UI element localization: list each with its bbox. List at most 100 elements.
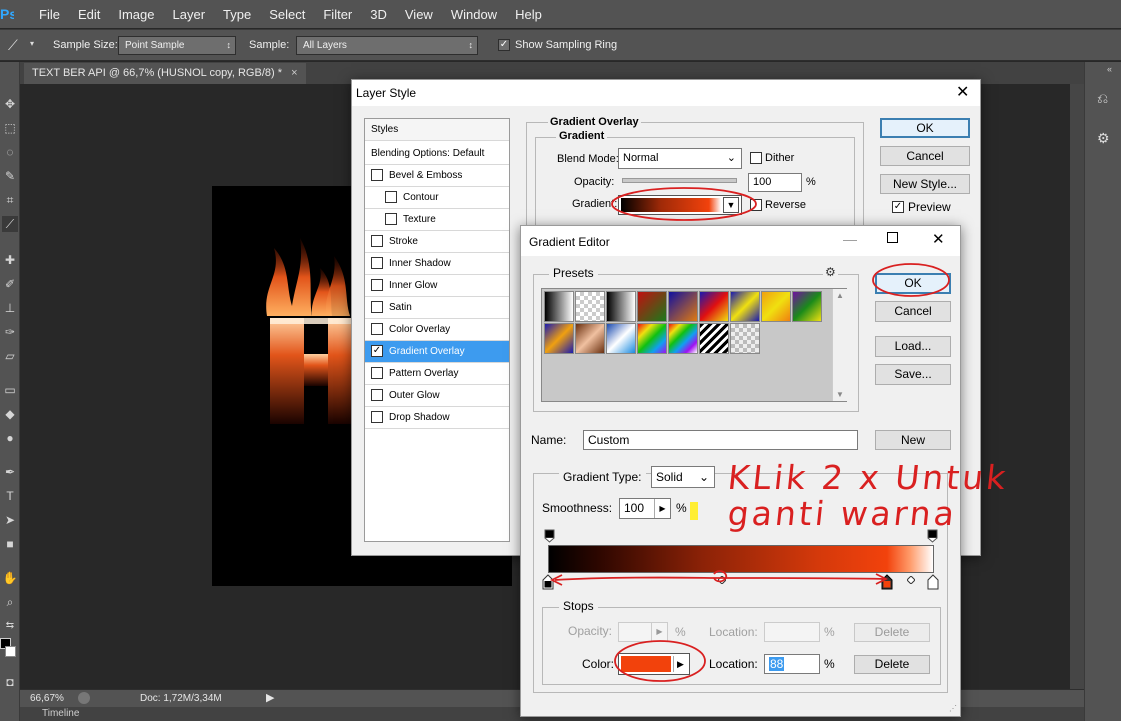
new-gradient-button[interactable]: New — [875, 430, 951, 450]
style-item-pattern-overlay[interactable]: Pattern Overlay — [365, 363, 509, 385]
style-item-bevel-emboss[interactable]: Bevel & Emboss — [365, 165, 509, 187]
gradient-type-select[interactable]: Solid ⌄ — [651, 466, 715, 488]
move-tool-icon[interactable]: ✥ — [2, 96, 18, 112]
maximize-icon[interactable] — [887, 232, 898, 243]
style-item-texture[interactable]: Texture — [365, 209, 509, 231]
preset-swatch[interactable] — [575, 323, 605, 354]
brush-tool-icon[interactable]: ✐ — [2, 276, 18, 292]
eyedropper-tool-icon[interactable]: ⟋ — [2, 216, 18, 232]
reverse-checkbox[interactable] — [750, 199, 762, 211]
layer-style-ok-button[interactable]: OK — [880, 118, 970, 138]
preset-swatch[interactable] — [699, 291, 729, 322]
stamp-tool-icon[interactable]: ⊥ — [2, 300, 18, 316]
eraser-tool-icon[interactable]: ▱ — [2, 348, 18, 364]
style-checkbox[interactable] — [371, 367, 383, 380]
marquee-tool-icon[interactable]: ⬚ — [2, 120, 18, 136]
style-checkbox[interactable]: ✓ — [371, 345, 383, 358]
preview-checkbox[interactable]: ✓ — [892, 201, 904, 213]
menu-edit[interactable]: Edit — [69, 7, 109, 22]
stop-color-picker[interactable]: ▶ — [618, 653, 690, 675]
blend-mode-select[interactable]: Normal ⌄ — [618, 148, 742, 169]
style-item-satin[interactable]: Satin — [365, 297, 509, 319]
menu-window[interactable]: Window — [442, 7, 506, 22]
blur-tool-icon[interactable]: ◆ — [2, 406, 18, 422]
healing-tool-icon[interactable]: ✚ — [2, 252, 18, 268]
new-style-button[interactable]: New Style... — [880, 174, 970, 194]
menu-type[interactable]: Type — [214, 7, 260, 22]
color-stop-white[interactable] — [927, 574, 939, 590]
opacity-stop-left[interactable] — [544, 529, 556, 543]
preset-swatch[interactable] — [730, 323, 760, 354]
menu-filter[interactable]: Filter — [314, 7, 361, 22]
background-color-swatch[interactable] — [5, 646, 16, 657]
gradient-picker[interactable]: ▼ — [618, 195, 742, 215]
preset-swatch[interactable] — [637, 291, 667, 322]
lasso-tool-icon[interactable]: ◌ — [2, 144, 18, 160]
collapse-panels-icon[interactable]: « — [1107, 64, 1112, 74]
minimize-icon[interactable]: — — [843, 231, 857, 247]
menu-image[interactable]: Image — [109, 7, 163, 22]
type-tool-icon[interactable]: T — [2, 488, 18, 504]
pen-tool-icon[interactable]: ✒ — [2, 464, 18, 480]
show-sampling-ring-checkbox[interactable]: ✓ — [498, 39, 510, 51]
tool-preset-chevron-icon[interactable]: ▾ — [30, 39, 34, 48]
crop-tool-icon[interactable]: ⌗ — [2, 192, 18, 208]
status-info-icon[interactable] — [78, 692, 90, 704]
menu-file[interactable]: File — [30, 7, 69, 22]
color-midpoint-2[interactable] — [906, 575, 916, 585]
preset-swatch[interactable] — [606, 291, 636, 322]
gradient-ok-button[interactable]: OK — [875, 273, 951, 294]
dodge-tool-icon[interactable]: ● — [2, 430, 18, 446]
document-tab[interactable]: TEXT BER API @ 66,7% (HUSNOL copy, RGB/8… — [24, 63, 306, 84]
sample-size-select[interactable]: Point Sample — [118, 36, 236, 55]
sample-select[interactable]: All Layers — [296, 36, 478, 55]
color-delete-button[interactable]: Delete — [854, 655, 930, 674]
eyedropper-icon[interactable]: ⟋ — [8, 37, 18, 54]
opacity-input[interactable]: 100 — [748, 173, 802, 192]
menu-view[interactable]: View — [396, 7, 442, 22]
preset-swatch[interactable] — [730, 291, 760, 322]
preset-swatch[interactable] — [637, 323, 667, 354]
color-location-input[interactable]: 88 — [764, 654, 820, 674]
menu-select[interactable]: Select — [260, 7, 314, 22]
load-button[interactable]: Load... — [875, 336, 951, 357]
style-item-gradient-overlay[interactable]: ✓ Gradient Overlay — [365, 341, 509, 363]
zoom-level[interactable]: 66,67% — [30, 693, 64, 704]
style-checkbox[interactable] — [371, 389, 383, 402]
style-item-stroke[interactable]: Stroke — [365, 231, 509, 253]
gradient-preview-bar[interactable] — [548, 545, 934, 573]
style-item-inner-glow[interactable]: Inner Glow — [365, 275, 509, 297]
preset-swatch[interactable] — [668, 291, 698, 322]
style-checkbox[interactable] — [371, 235, 383, 248]
preset-swatch[interactable] — [575, 291, 605, 322]
swap-colors-icon[interactable]: ⇆ — [2, 618, 18, 634]
color-stop-active[interactable] — [881, 574, 893, 590]
style-item-inner-shadow[interactable]: Inner Shadow — [365, 253, 509, 275]
menu-3d[interactable]: 3D — [361, 7, 396, 22]
style-checkbox[interactable] — [371, 279, 383, 292]
gradient-name-input[interactable]: Custom — [583, 430, 858, 450]
style-item-outer-glow[interactable]: Outer Glow — [365, 385, 509, 407]
shape-tool-icon[interactable]: ■ — [2, 536, 18, 552]
preset-swatch[interactable] — [544, 291, 574, 322]
gradient-cancel-button[interactable]: Cancel — [875, 301, 951, 322]
layer-style-cancel-button[interactable]: Cancel — [880, 146, 970, 166]
timeline-label[interactable]: Timeline — [42, 708, 79, 719]
preset-swatch[interactable] — [761, 291, 791, 322]
gear-icon[interactable]: ⚙ — [823, 265, 838, 279]
status-menu-arrow-icon[interactable]: ▶ — [266, 691, 274, 704]
preset-swatch[interactable] — [606, 323, 636, 354]
style-checkbox[interactable] — [371, 169, 383, 182]
resize-grip-icon[interactable]: ⋰ — [949, 704, 957, 713]
style-checkbox[interactable] — [385, 213, 397, 226]
presets-scrollbar[interactable]: ▲ ▼ — [832, 289, 847, 401]
style-checkbox[interactable] — [371, 257, 383, 270]
history-panel-icon[interactable]: ⎌ — [1097, 90, 1108, 107]
style-checkbox[interactable] — [371, 323, 383, 336]
quick-mask-icon[interactable]: ◘ — [2, 674, 18, 690]
dither-checkbox[interactable] — [750, 152, 762, 164]
smoothness-input[interactable]: 100 ▶ — [619, 498, 671, 519]
preset-swatch[interactable] — [668, 323, 698, 354]
close-icon[interactable]: ✕ — [956, 82, 969, 102]
color-stop-black[interactable] — [542, 574, 554, 590]
